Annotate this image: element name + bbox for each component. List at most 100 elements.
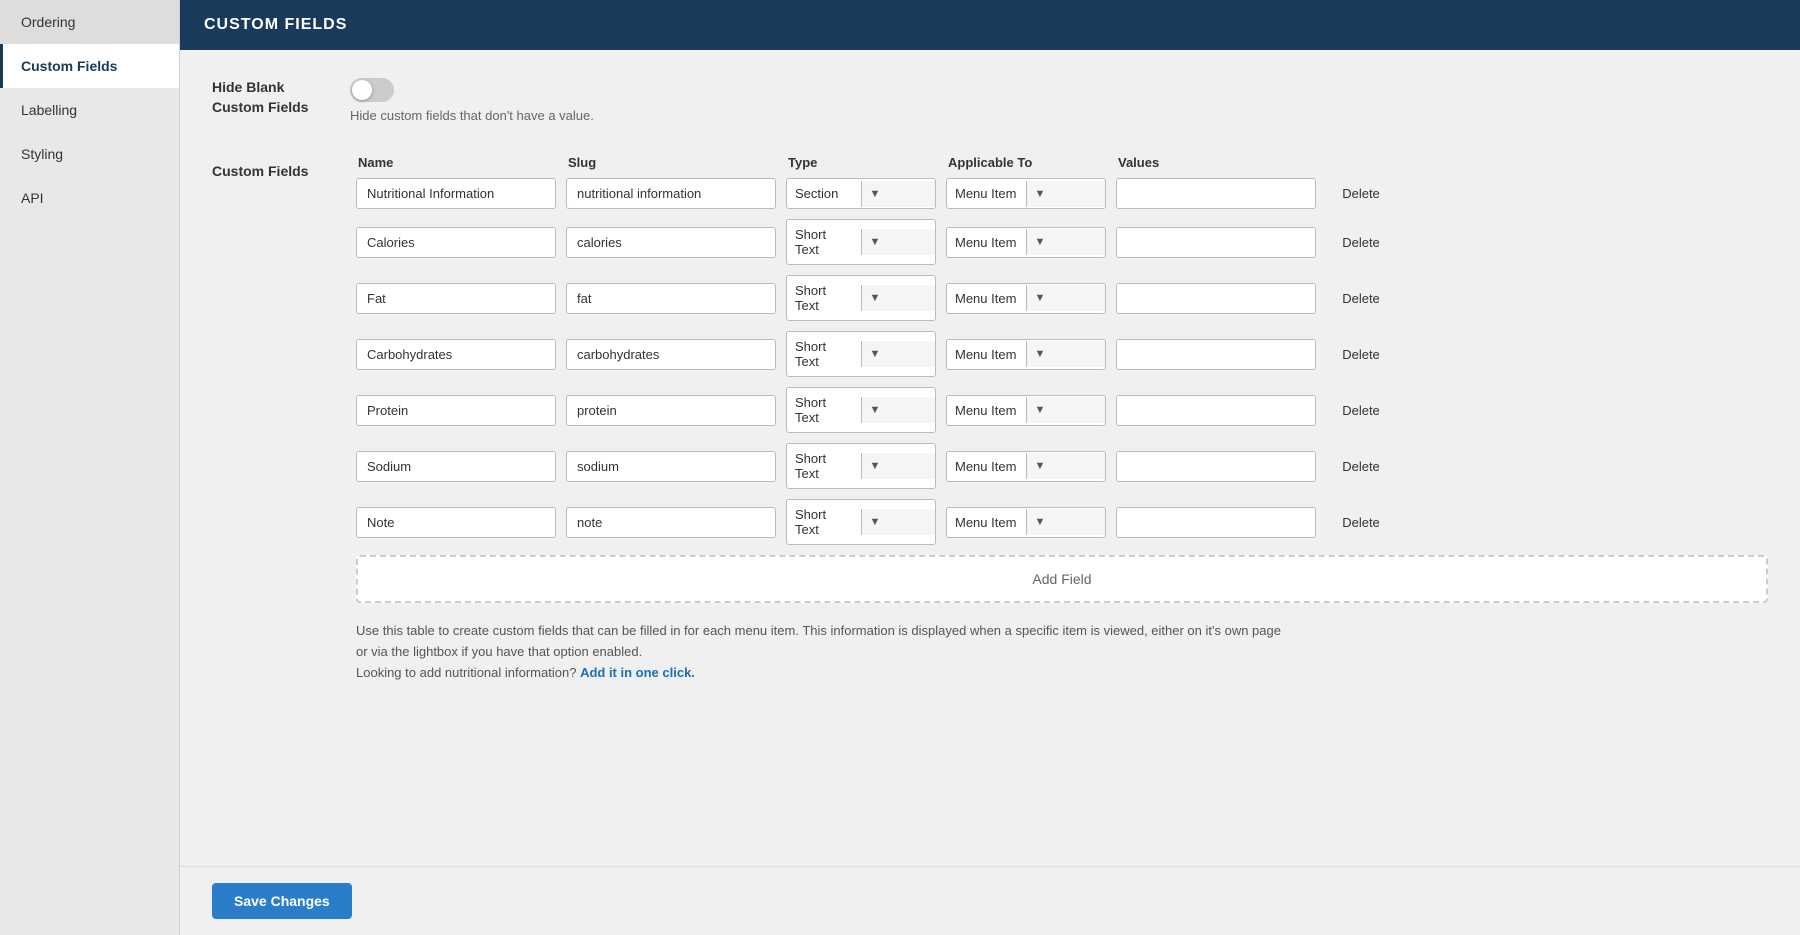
hide-blank-section: Hide Blank Custom Fields Hide custom fie… (212, 78, 1768, 123)
page-header: CUSTOM FIELDS (180, 0, 1800, 50)
page-title: CUSTOM FIELDS (204, 16, 347, 33)
table-header: Name Slug Type Applicable To Values (356, 155, 1768, 170)
type-select-0[interactable]: Section ▼ (786, 178, 936, 209)
values-input-3[interactable] (1116, 339, 1316, 370)
type-select-4[interactable]: Short Text ▼ (786, 387, 936, 433)
save-button[interactable]: Save Changes (212, 883, 352, 919)
name-input-3[interactable] (356, 339, 556, 370)
delete-button-1[interactable]: Delete (1326, 231, 1396, 254)
applicable-select-3[interactable]: Menu Item ▼ (946, 339, 1106, 370)
col-name: Name (358, 155, 558, 170)
applicable-chevron-2[interactable]: ▼ (1026, 285, 1106, 311)
hide-blank-description: Hide custom fields that don't have a val… (350, 108, 594, 123)
delete-button-2[interactable]: Delete (1326, 287, 1396, 310)
type-chevron-0[interactable]: ▼ (861, 181, 936, 207)
applicable-chevron-6[interactable]: ▼ (1026, 509, 1106, 535)
hide-blank-toggle[interactable] (350, 78, 394, 102)
table-row: Short Text ▼ Menu Item ▼ Delete (356, 331, 1768, 377)
slug-input-4[interactable] (566, 395, 776, 426)
delete-button-6[interactable]: Delete (1326, 511, 1396, 534)
applicable-select-0[interactable]: Menu Item ▼ (946, 178, 1106, 209)
type-value-0: Section (787, 179, 861, 208)
type-select-6[interactable]: Short Text ▼ (786, 499, 936, 545)
name-input-0[interactable] (356, 178, 556, 209)
sidebar-item-label: Custom Fields (21, 58, 117, 74)
sidebar-item-label: Labelling (21, 102, 77, 118)
applicable-chevron-4[interactable]: ▼ (1026, 397, 1106, 423)
values-input-5[interactable] (1116, 451, 1316, 482)
table-row: Short Text ▼ Menu Item ▼ Delete (356, 499, 1768, 545)
applicable-select-1[interactable]: Menu Item ▼ (946, 227, 1106, 258)
hide-blank-right: Hide custom fields that don't have a val… (350, 78, 594, 123)
values-input-0[interactable] (1116, 178, 1316, 209)
type-chevron-1[interactable]: ▼ (861, 229, 936, 255)
footer-line2: or via the lightbox if you have that opt… (356, 644, 642, 659)
applicable-chevron-3[interactable]: ▼ (1026, 341, 1106, 367)
nutritional-info-link-text: Add it in one click. (580, 665, 695, 680)
type-chevron-2[interactable]: ▼ (861, 285, 936, 311)
applicable-chevron-0[interactable]: ▼ (1026, 181, 1106, 207)
type-chevron-3[interactable]: ▼ (861, 341, 936, 367)
type-select-2[interactable]: Short Text ▼ (786, 275, 936, 321)
sidebar-item-label: API (21, 190, 44, 206)
applicable-chevron-1[interactable]: ▼ (1026, 229, 1106, 255)
slug-input-1[interactable] (566, 227, 776, 258)
applicable-select-4[interactable]: Menu Item ▼ (946, 395, 1106, 426)
applicable-value-6: Menu Item (947, 508, 1026, 537)
type-value-6: Short Text (787, 500, 861, 544)
col-values: Values (1118, 155, 1318, 170)
type-select-5[interactable]: Short Text ▼ (786, 443, 936, 489)
slug-input-0[interactable] (566, 178, 776, 209)
col-actions (1328, 155, 1398, 170)
slug-input-3[interactable] (566, 339, 776, 370)
name-input-1[interactable] (356, 227, 556, 258)
nutritional-info-link[interactable]: Add it in one click. (580, 665, 695, 680)
name-input-4[interactable] (356, 395, 556, 426)
sidebar-item-ordering[interactable]: Ordering (0, 0, 179, 44)
name-input-6[interactable] (356, 507, 556, 538)
add-field-label: Add Field (1032, 571, 1091, 587)
sidebar-item-label: Styling (21, 146, 63, 162)
type-value-4: Short Text (787, 388, 861, 432)
slug-input-6[interactable] (566, 507, 776, 538)
table-row: Short Text ▼ Menu Item ▼ Delete (356, 443, 1768, 489)
values-input-4[interactable] (1116, 395, 1316, 426)
col-type: Type (788, 155, 938, 170)
main-content: CUSTOM FIELDS Hide Blank Custom Fields H… (180, 0, 1800, 935)
type-chevron-6[interactable]: ▼ (861, 509, 936, 535)
type-value-3: Short Text (787, 332, 861, 376)
hide-blank-label: Hide Blank Custom Fields (212, 78, 332, 117)
fields-table: Name Slug Type Applicable To Values Sect… (356, 155, 1768, 707)
slug-input-5[interactable] (566, 451, 776, 482)
table-row: Short Text ▼ Menu Item ▼ Delete (356, 275, 1768, 321)
delete-button-0[interactable]: Delete (1326, 182, 1396, 205)
type-chevron-5[interactable]: ▼ (861, 453, 936, 479)
applicable-select-2[interactable]: Menu Item ▼ (946, 283, 1106, 314)
values-input-1[interactable] (1116, 227, 1316, 258)
type-value-1: Short Text (787, 220, 861, 264)
name-input-2[interactable] (356, 283, 556, 314)
sidebar: Ordering Custom Fields Labelling Styling… (0, 0, 180, 935)
type-select-3[interactable]: Short Text ▼ (786, 331, 936, 377)
values-input-2[interactable] (1116, 283, 1316, 314)
applicable-value-3: Menu Item (947, 340, 1026, 369)
applicable-select-6[interactable]: Menu Item ▼ (946, 507, 1106, 538)
fields-section: Custom Fields Name Slug Type Applicable … (212, 155, 1768, 707)
sidebar-item-api[interactable]: API (0, 176, 179, 220)
values-input-6[interactable] (1116, 507, 1316, 538)
delete-button-3[interactable]: Delete (1326, 343, 1396, 366)
slug-input-2[interactable] (566, 283, 776, 314)
type-chevron-4[interactable]: ▼ (861, 397, 936, 423)
sidebar-item-labelling[interactable]: Labelling (0, 88, 179, 132)
delete-button-5[interactable]: Delete (1326, 455, 1396, 478)
sidebar-item-custom-fields[interactable]: Custom Fields (0, 44, 179, 88)
type-select-1[interactable]: Short Text ▼ (786, 219, 936, 265)
sidebar-item-styling[interactable]: Styling (0, 132, 179, 176)
toggle-knob (352, 80, 372, 100)
add-field-button[interactable]: Add Field (356, 555, 1768, 603)
applicable-value-0: Menu Item (947, 179, 1026, 208)
delete-button-4[interactable]: Delete (1326, 399, 1396, 422)
applicable-select-5[interactable]: Menu Item ▼ (946, 451, 1106, 482)
applicable-chevron-5[interactable]: ▼ (1026, 453, 1106, 479)
name-input-5[interactable] (356, 451, 556, 482)
